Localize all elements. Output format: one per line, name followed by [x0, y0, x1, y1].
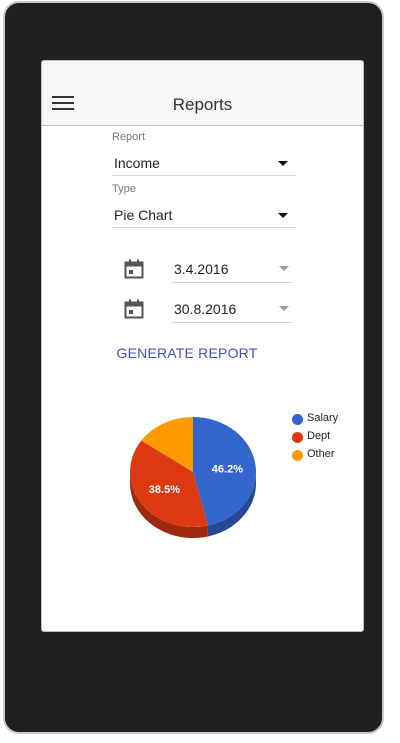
calendar-icon[interactable]	[124, 259, 144, 279]
app-screen: Reports Report Income Type Pie Chart 3.4…	[41, 60, 364, 632]
report-value: Income	[114, 155, 160, 171]
legend-label: Other	[307, 448, 335, 460]
pie-slice-side-dept	[130, 472, 208, 538]
report-label: Report	[112, 131, 146, 143]
date-from-field[interactable]: 3.4.2016	[172, 255, 293, 283]
generate-report-button[interactable]: GENERATE REPORT	[102, 341, 272, 365]
legend-label: Dept	[307, 430, 331, 442]
type-label: Type	[112, 183, 136, 195]
type-select[interactable]: Pie Chart	[112, 203, 296, 228]
pie-slice-other	[141, 417, 193, 472]
dropdown-arrow-icon	[279, 306, 289, 311]
type-value: Pie Chart	[114, 207, 173, 223]
pie-data-label-dept: 38.5%	[149, 484, 180, 496]
pie-slice-side-salary	[207, 472, 256, 537]
app-bar: Reports	[42, 61, 363, 126]
dropdown-arrow-icon	[279, 266, 289, 271]
date-from-value: 3.4.2016	[174, 261, 229, 277]
report-select[interactable]: Income	[112, 151, 296, 176]
date-to-value: 30.8.2016	[174, 301, 237, 317]
dropdown-arrow-icon	[278, 213, 288, 218]
pie-slice-dept	[129, 440, 208, 528]
calendar-icon[interactable]	[124, 299, 144, 319]
legend-swatch-icon	[292, 450, 303, 461]
dropdown-arrow-icon	[278, 161, 288, 166]
legend-label: Salary	[307, 412, 339, 424]
date-to-field[interactable]: 30.8.2016	[172, 295, 293, 323]
pie-data-label-salary: 46.2%	[212, 463, 243, 475]
page-title: Reports	[172, 95, 233, 114]
legend-swatch-icon	[292, 432, 303, 443]
legend-swatch-icon	[292, 414, 303, 425]
phone-frame: Reports Report Income Type Pie Chart 3.4…	[3, 1, 384, 734]
pie-slice-salary	[193, 417, 257, 526]
